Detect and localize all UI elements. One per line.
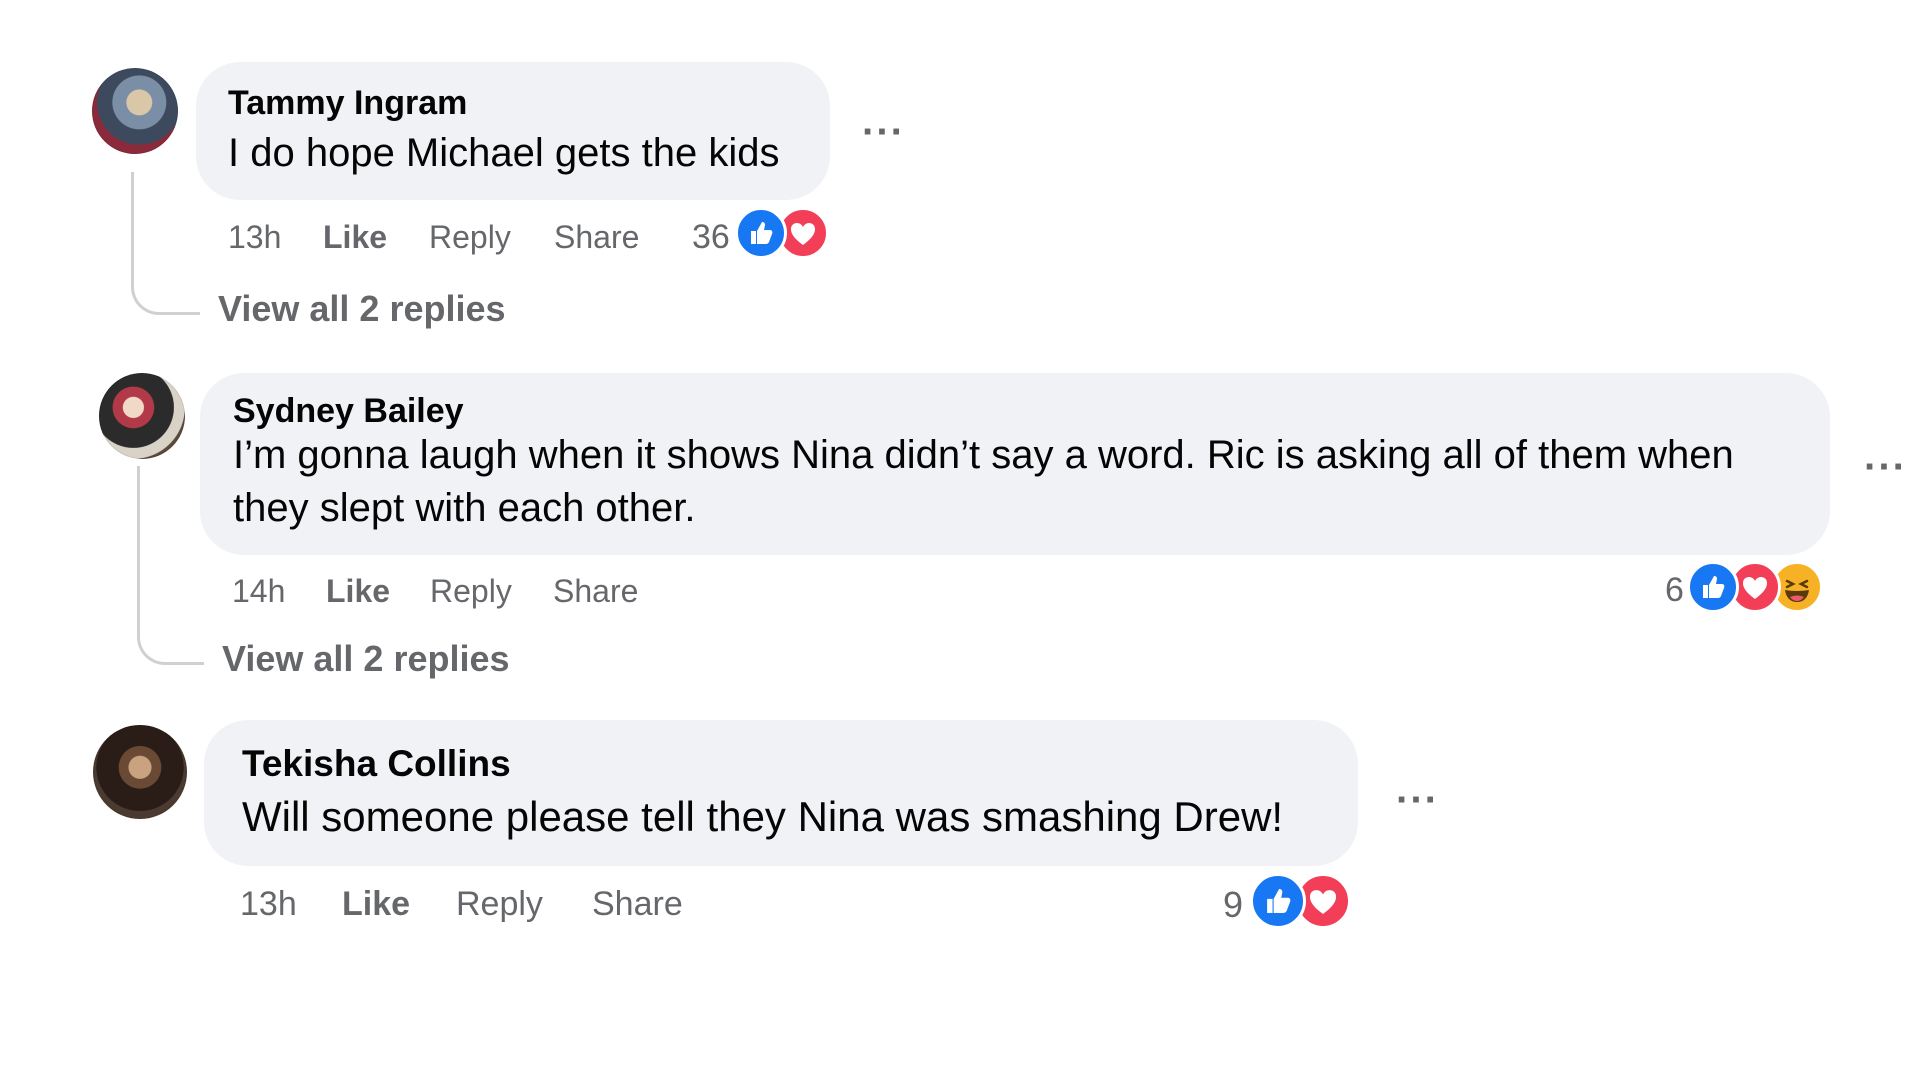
view-replies-link[interactable]: View all 2 replies	[218, 288, 506, 330]
comment-time[interactable]: 13h	[228, 219, 281, 256]
reaction-count[interactable]: 6	[1665, 571, 1684, 610]
reply-button[interactable]: Reply	[456, 885, 543, 924]
avatar[interactable]	[99, 373, 185, 459]
comment-text: I do hope Michael gets the kids	[228, 131, 780, 175]
comment-author[interactable]: Tammy Ingram	[228, 84, 467, 123]
like-button[interactable]: Like	[342, 885, 410, 924]
more-options-button[interactable]: ···	[1396, 780, 1439, 820]
view-replies-link[interactable]: View all 2 replies	[222, 638, 510, 680]
reply-button[interactable]: Reply	[430, 573, 512, 610]
share-button[interactable]: Share	[553, 573, 638, 610]
reply-button[interactable]: Reply	[429, 219, 511, 256]
comment-time[interactable]: 13h	[240, 885, 297, 924]
like-icon[interactable]	[1250, 873, 1306, 929]
avatar[interactable]	[93, 725, 187, 819]
like-icon[interactable]	[1687, 561, 1739, 613]
more-options-button[interactable]: ···	[862, 112, 905, 152]
comment-text: Will someone please tell they Nina was s…	[242, 793, 1284, 840]
comment-author[interactable]: Sydney Bailey	[233, 392, 464, 431]
comment-text: I’m gonna laugh when it shows Nina didn’…	[233, 433, 1734, 530]
comment-author[interactable]: Tekisha Collins	[242, 743, 511, 785]
like-icon[interactable]	[735, 207, 787, 259]
like-button[interactable]: Like	[326, 573, 390, 610]
more-options-button[interactable]: ···	[1864, 447, 1907, 487]
reply-thread-line	[131, 172, 200, 315]
reply-thread-line	[137, 466, 204, 665]
reaction-count[interactable]: 9	[1223, 884, 1243, 926]
reaction-count[interactable]: 36	[692, 218, 730, 257]
like-button[interactable]: Like	[323, 219, 387, 256]
share-button[interactable]: Share	[592, 885, 683, 924]
comment-time[interactable]: 14h	[232, 573, 285, 610]
share-button[interactable]: Share	[554, 219, 639, 256]
avatar[interactable]	[92, 68, 178, 154]
